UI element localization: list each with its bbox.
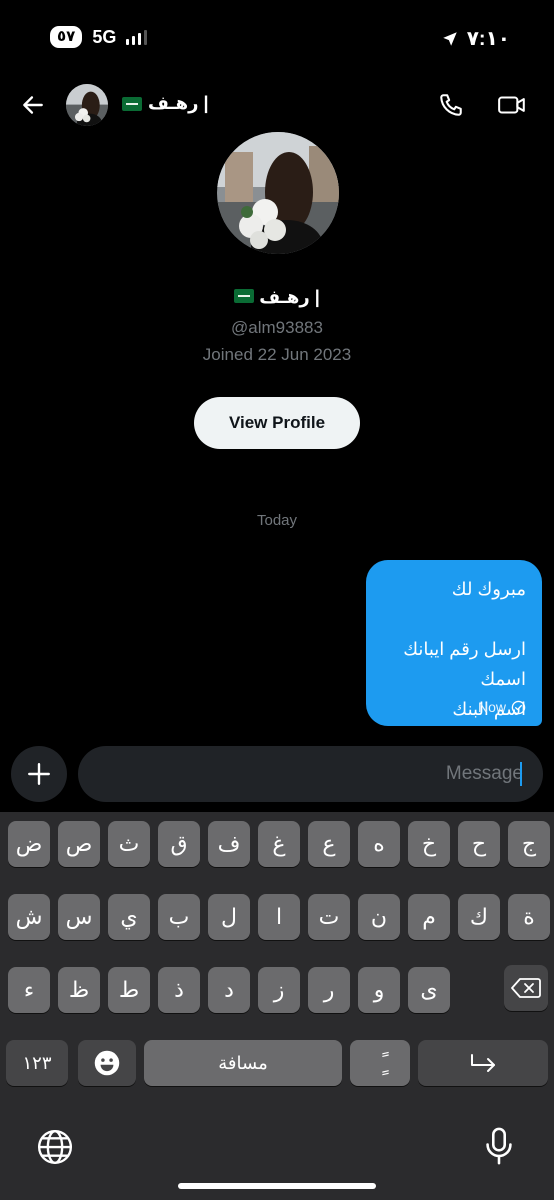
clock: ٧:١٠: [466, 28, 510, 50]
letter-key[interactable]: س: [58, 894, 100, 940]
message-line: ارسل رقم ايبانك: [403, 639, 526, 659]
letter-key[interactable]: ظ: [58, 967, 100, 1013]
letter-key[interactable]: ج: [508, 821, 550, 867]
profile-handle: @alm93883: [231, 318, 323, 337]
letter-key[interactable]: خ: [408, 821, 450, 867]
letter-key[interactable]: ث: [108, 821, 150, 867]
letter-key[interactable]: و: [358, 967, 400, 1013]
saudi-flag-icon: [234, 289, 255, 303]
letter-key[interactable]: ز: [258, 967, 300, 1013]
backspace-icon: [511, 978, 541, 998]
message-line: اسمك: [480, 669, 526, 689]
letter-key[interactable]: ة: [508, 894, 550, 940]
battery-indicator: ٥٧: [50, 26, 83, 48]
letter-key[interactable]: ل: [208, 894, 250, 940]
message-time: Now: [477, 699, 506, 715]
letter-key[interactable]: ش: [8, 894, 50, 940]
header-avatar[interactable]: [66, 84, 108, 126]
status-bar-left: ٥٧ 5G: [50, 26, 148, 48]
backspace-key[interactable]: [504, 965, 548, 1011]
letter-key[interactable]: ى: [408, 967, 450, 1013]
date-separator: Today: [256, 512, 298, 529]
letter-key[interactable]: ط: [108, 967, 150, 1013]
keyboard: ضصثقفغعهخحج شسيبلاتنمكة ءظطذدزروى ١٢٣ مس…: [0, 812, 554, 1200]
profile-avatar[interactable]: [217, 132, 339, 254]
voice-call-button[interactable]: [434, 88, 468, 122]
video-camera-icon: [498, 96, 525, 114]
dictation-button[interactable]: [484, 1126, 514, 1171]
letter-key[interactable]: د: [208, 967, 250, 1013]
avatar-image: [217, 132, 339, 254]
letter-key[interactable]: ح: [458, 821, 500, 867]
location-arrow-icon: [442, 31, 457, 46]
status-bar-right: ٧:١٠: [441, 26, 510, 51]
letter-key[interactable]: ا: [258, 894, 300, 940]
back-button[interactable]: [16, 88, 50, 122]
profile-name-label: رهـف |: [259, 287, 320, 307]
emoji-icon: [94, 1050, 120, 1076]
diacritics-key[interactable]: ًٍ: [350, 1040, 410, 1086]
numbers-key[interactable]: ١٢٣: [6, 1040, 68, 1086]
text-cursor: [520, 762, 522, 786]
letter-key[interactable]: ن: [358, 894, 400, 940]
header-title[interactable]: رهـف |: [122, 93, 208, 114]
language-switch-button[interactable]: [36, 1128, 74, 1171]
letter-key[interactable]: ذ: [158, 967, 200, 1013]
letter-key[interactable]: ع: [308, 821, 350, 867]
saudi-flag-icon: [122, 96, 142, 111]
plus-icon: [28, 763, 50, 785]
view-profile-button[interactable]: View Profile: [194, 397, 360, 449]
sent-check-icon: [511, 700, 526, 714]
letter-key[interactable]: ف: [208, 821, 250, 867]
profile-name: رهـف |: [0, 287, 554, 308]
header-name-label: رهـف |: [148, 93, 209, 113]
message-line: مبروك لك: [451, 579, 526, 599]
globe-icon: [37, 1129, 73, 1165]
letter-key[interactable]: ب: [158, 894, 200, 940]
microphone-icon: [486, 1127, 512, 1165]
message-meta: Now: [478, 699, 526, 715]
message-input[interactable]: [78, 746, 543, 802]
letter-key[interactable]: ق: [158, 821, 200, 867]
message-line: [382, 604, 526, 634]
signal-strength-icon: [126, 29, 148, 45]
sent-message-bubble[interactable]: مبروك لك ارسل رقم ايبانك اسمك اسم البنك …: [366, 560, 542, 726]
return-key[interactable]: [418, 1040, 548, 1086]
return-arrow-icon: [471, 1054, 495, 1072]
emoji-key[interactable]: [78, 1040, 136, 1086]
letter-key[interactable]: ي: [108, 894, 150, 940]
letter-key[interactable]: غ: [258, 821, 300, 867]
letter-key[interactable]: ء: [8, 967, 50, 1013]
letter-key[interactable]: ك: [458, 894, 500, 940]
letter-key[interactable]: ص: [58, 821, 100, 867]
back-arrow-icon: [23, 96, 43, 114]
add-attachment-button[interactable]: [11, 746, 67, 802]
profile-joined-date: Joined 22 Jun 2023: [202, 345, 352, 364]
network-label: 5G: [92, 26, 117, 47]
letter-key[interactable]: ض: [8, 821, 50, 867]
letter-key[interactable]: ه: [358, 821, 400, 867]
letter-key[interactable]: ت: [308, 894, 350, 940]
phone-icon: [440, 94, 462, 116]
avatar-image: [66, 84, 108, 126]
home-indicator: [178, 1183, 376, 1189]
video-call-button[interactable]: [495, 88, 529, 122]
space-key[interactable]: مسافة: [144, 1040, 342, 1086]
letter-key[interactable]: ر: [308, 967, 350, 1013]
letter-key[interactable]: م: [408, 894, 450, 940]
